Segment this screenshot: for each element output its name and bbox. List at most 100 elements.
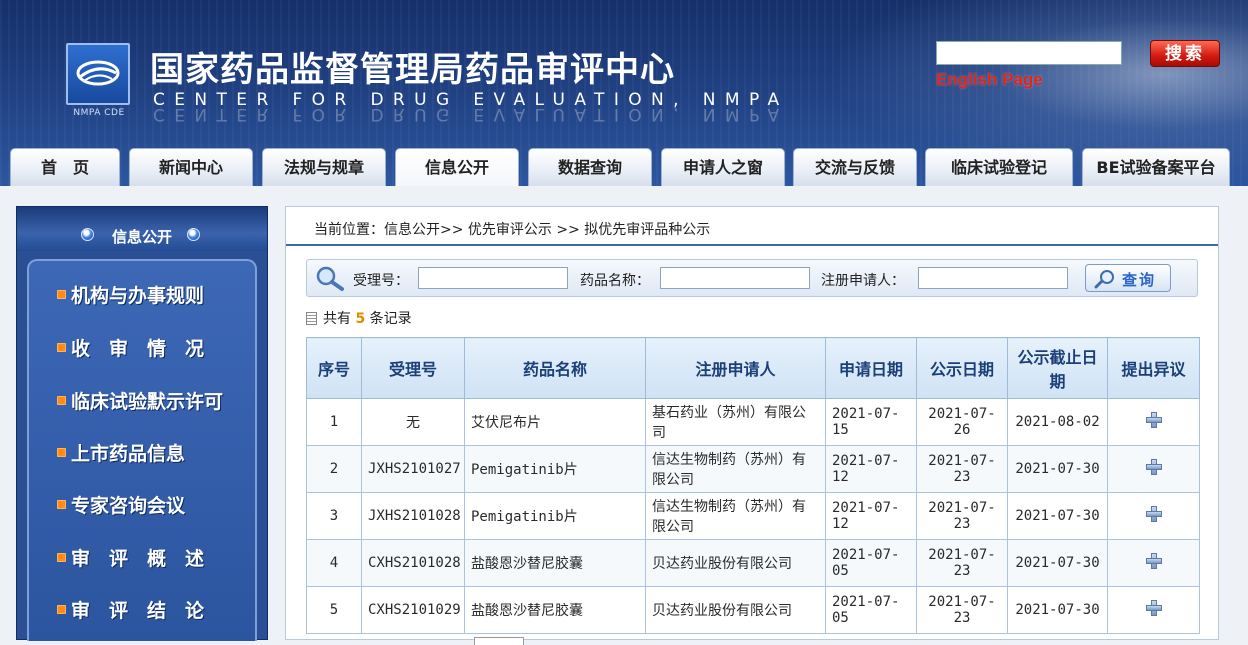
table-row: 2 JXHS2101027 Pemigatinib片 信达生物制药（苏州）有限公… xyxy=(306,445,1200,493)
accept-no-label: 受理号： xyxy=(353,273,409,289)
applicant-cell: 基石药业（苏州）有限公司 xyxy=(645,398,826,446)
applicant-label: 注册申请人： xyxy=(821,273,905,289)
sidebar-item-marketed-drugs[interactable]: 上市药品信息 xyxy=(57,439,185,466)
table-row: 5 CXHS2101029 盐酸恩沙替尼胶囊 贝达药业股份有限公司 2021-0… xyxy=(306,586,1200,634)
tab-clinical-trial-registry[interactable]: 临床试验登记 xyxy=(925,148,1073,186)
apply-date-cell: 2021-07-12 xyxy=(825,445,917,493)
apply-date-cell: 2021-07-05 xyxy=(825,539,917,587)
sidebar-item-expert-meetings[interactable]: 专家咨询会议 xyxy=(57,491,185,518)
sidebar-item-label: 上市药品信息 xyxy=(71,443,186,465)
query-button[interactable]: 查询 xyxy=(1085,264,1171,292)
plus-icon[interactable] xyxy=(1145,600,1162,616)
deadline-cell: 2021-07-30 xyxy=(1007,492,1108,540)
column-header: 公示日期 xyxy=(916,337,1008,399)
apply-date-cell: 2021-07-05 xyxy=(825,586,917,634)
sidebar-item-review-conclusion[interactable]: 审 评 结 论 xyxy=(57,596,204,623)
tab-feedback[interactable]: 交流与反馈 xyxy=(793,148,917,186)
tab-data-query[interactable]: 数据查询 xyxy=(528,148,652,186)
column-header: 注册申请人 xyxy=(645,337,826,399)
publish-date-cell: 2021-07-23 xyxy=(916,539,1008,587)
record-count-number: 5 xyxy=(355,311,366,327)
plus-icon[interactable] xyxy=(1145,553,1162,569)
objection-cell xyxy=(1107,539,1200,587)
column-header: 提出异议 xyxy=(1107,337,1200,399)
sidebar-item-acceptance[interactable]: 收 审 情 况 xyxy=(57,334,204,361)
rss-icon xyxy=(57,343,66,352)
column-header: 药品名称 xyxy=(464,337,646,399)
orb-icon xyxy=(187,228,200,241)
table-header-row: 序号 受理号 药品名称 注册申请人 申请日期 公示日期 公示截止日期 提出异议 xyxy=(306,337,1200,399)
deadline-cell: 2021-07-30 xyxy=(1007,445,1108,493)
plus-icon[interactable] xyxy=(1145,412,1162,428)
publish-date-cell: 2021-07-23 xyxy=(916,492,1008,540)
tab-be-filing-platform[interactable]: BE试验备案平台 xyxy=(1082,148,1230,186)
objection-cell xyxy=(1107,492,1200,540)
sidebar-item-clinical-implied-permit[interactable]: 临床试验默示许可 xyxy=(57,387,223,414)
rss-icon xyxy=(57,448,66,457)
rss-icon xyxy=(57,500,66,509)
rss-icon xyxy=(57,396,66,405)
tab-regulations[interactable]: 法规与规章 xyxy=(262,148,386,186)
row-index: 5 xyxy=(306,586,362,634)
sidebar-item-label: 机构与办事规则 xyxy=(71,285,205,307)
tab-info-disclosure[interactable]: 信息公开 xyxy=(395,148,519,186)
site-search-input[interactable] xyxy=(936,41,1122,65)
drug-name-input[interactable] xyxy=(660,267,810,289)
magnifier-icon xyxy=(1094,270,1114,289)
list-icon xyxy=(306,312,317,325)
row-index: 1 xyxy=(306,398,362,446)
accept-no-cell: CXHS2101028 xyxy=(361,539,465,587)
logo-caption: NMPA CDE xyxy=(73,108,125,118)
breadcrumb: 当前位置：信息公开>> 优先审评公示 >> 拟优先审评品种公示 xyxy=(314,222,711,238)
priority-review-table: 序号 受理号 药品名称 注册申请人 申请日期 公示日期 公示截止日期 提出异议 … xyxy=(306,337,1200,634)
tab-news[interactable]: 新闻中心 xyxy=(129,148,253,186)
sidebar-header: 信息公开 xyxy=(17,207,267,251)
rss-icon xyxy=(57,605,66,614)
english-page-link[interactable]: English Page xyxy=(936,70,1043,90)
accept-no-cell: JXHS2101028 xyxy=(361,492,465,540)
objection-cell xyxy=(1107,586,1200,634)
deadline-cell: 2021-08-02 xyxy=(1007,398,1108,446)
site-subtitle-reflection: CENTER FOR DRUG EVALUATION, NMPA xyxy=(153,104,789,124)
sidebar-item-label: 专家咨询会议 xyxy=(71,495,186,517)
applicant-cell: 贝达药业股份有限公司 xyxy=(645,586,826,634)
publish-date-cell: 2021-07-26 xyxy=(916,398,1008,446)
plus-icon[interactable] xyxy=(1145,459,1162,475)
applicant-input[interactable] xyxy=(918,267,1068,289)
publish-date-cell: 2021-07-23 xyxy=(916,445,1008,493)
logo-icon xyxy=(76,60,120,86)
accept-no-cell: 无 xyxy=(361,398,465,446)
site-logo[interactable] xyxy=(66,43,130,105)
sidebar-item-label: 审 评 概 述 xyxy=(71,548,205,570)
tab-home[interactable]: 首 页 xyxy=(10,148,120,186)
column-header: 受理号 xyxy=(361,337,465,399)
drug-name-cell[interactable]: 艾伏尼布片 xyxy=(464,398,646,446)
deadline-cell: 2021-07-30 xyxy=(1007,539,1108,587)
row-index: 3 xyxy=(306,492,362,540)
filter-bar: 受理号： 药品名称： 注册申请人： 查询 xyxy=(306,259,1198,297)
accept-no-input[interactable] xyxy=(418,267,568,289)
apply-date-cell: 2021-07-12 xyxy=(825,492,917,540)
plus-icon[interactable] xyxy=(1145,506,1162,522)
sidebar-title: 信息公开 xyxy=(111,228,172,246)
apply-date-cell: 2021-07-15 xyxy=(825,398,917,446)
drug-name-cell[interactable]: 盐酸恩沙替尼胶囊 xyxy=(464,539,646,587)
publish-date-cell: 2021-07-23 xyxy=(916,586,1008,634)
drug-name-cell[interactable]: Pemigatinib片 xyxy=(464,445,646,493)
tab-applicant-window[interactable]: 申请人之窗 xyxy=(661,148,785,186)
pager-control[interactable] xyxy=(474,637,524,645)
sidebar-item-rules[interactable]: 机构与办事规则 xyxy=(57,281,204,308)
site-title: 国家药品监督管理局药品审评中心 xyxy=(150,50,675,90)
sidebar: 信息公开 机构与办事规则 收 审 情 况 临床试验默示许可 上市药品信息 专家咨… xyxy=(16,206,268,641)
objection-cell xyxy=(1107,398,1200,446)
drug-name-cell[interactable]: 盐酸恩沙替尼胶囊 xyxy=(464,586,646,634)
drug-name-cell[interactable]: Pemigatinib片 xyxy=(464,492,646,540)
column-header: 申请日期 xyxy=(825,337,917,399)
applicant-cell: 贝达药业股份有限公司 xyxy=(645,539,826,587)
query-button-label: 查询 xyxy=(1122,271,1157,289)
table-row: 1 无 艾伏尼布片 基石药业（苏州）有限公司 2021-07-15 2021-0… xyxy=(306,398,1200,446)
site-search-button[interactable]: 搜索 xyxy=(1150,40,1220,67)
column-header: 序号 xyxy=(306,337,362,399)
column-header: 公示截止日期 xyxy=(1007,337,1108,399)
sidebar-item-review-overview[interactable]: 审 评 概 述 xyxy=(57,544,204,571)
